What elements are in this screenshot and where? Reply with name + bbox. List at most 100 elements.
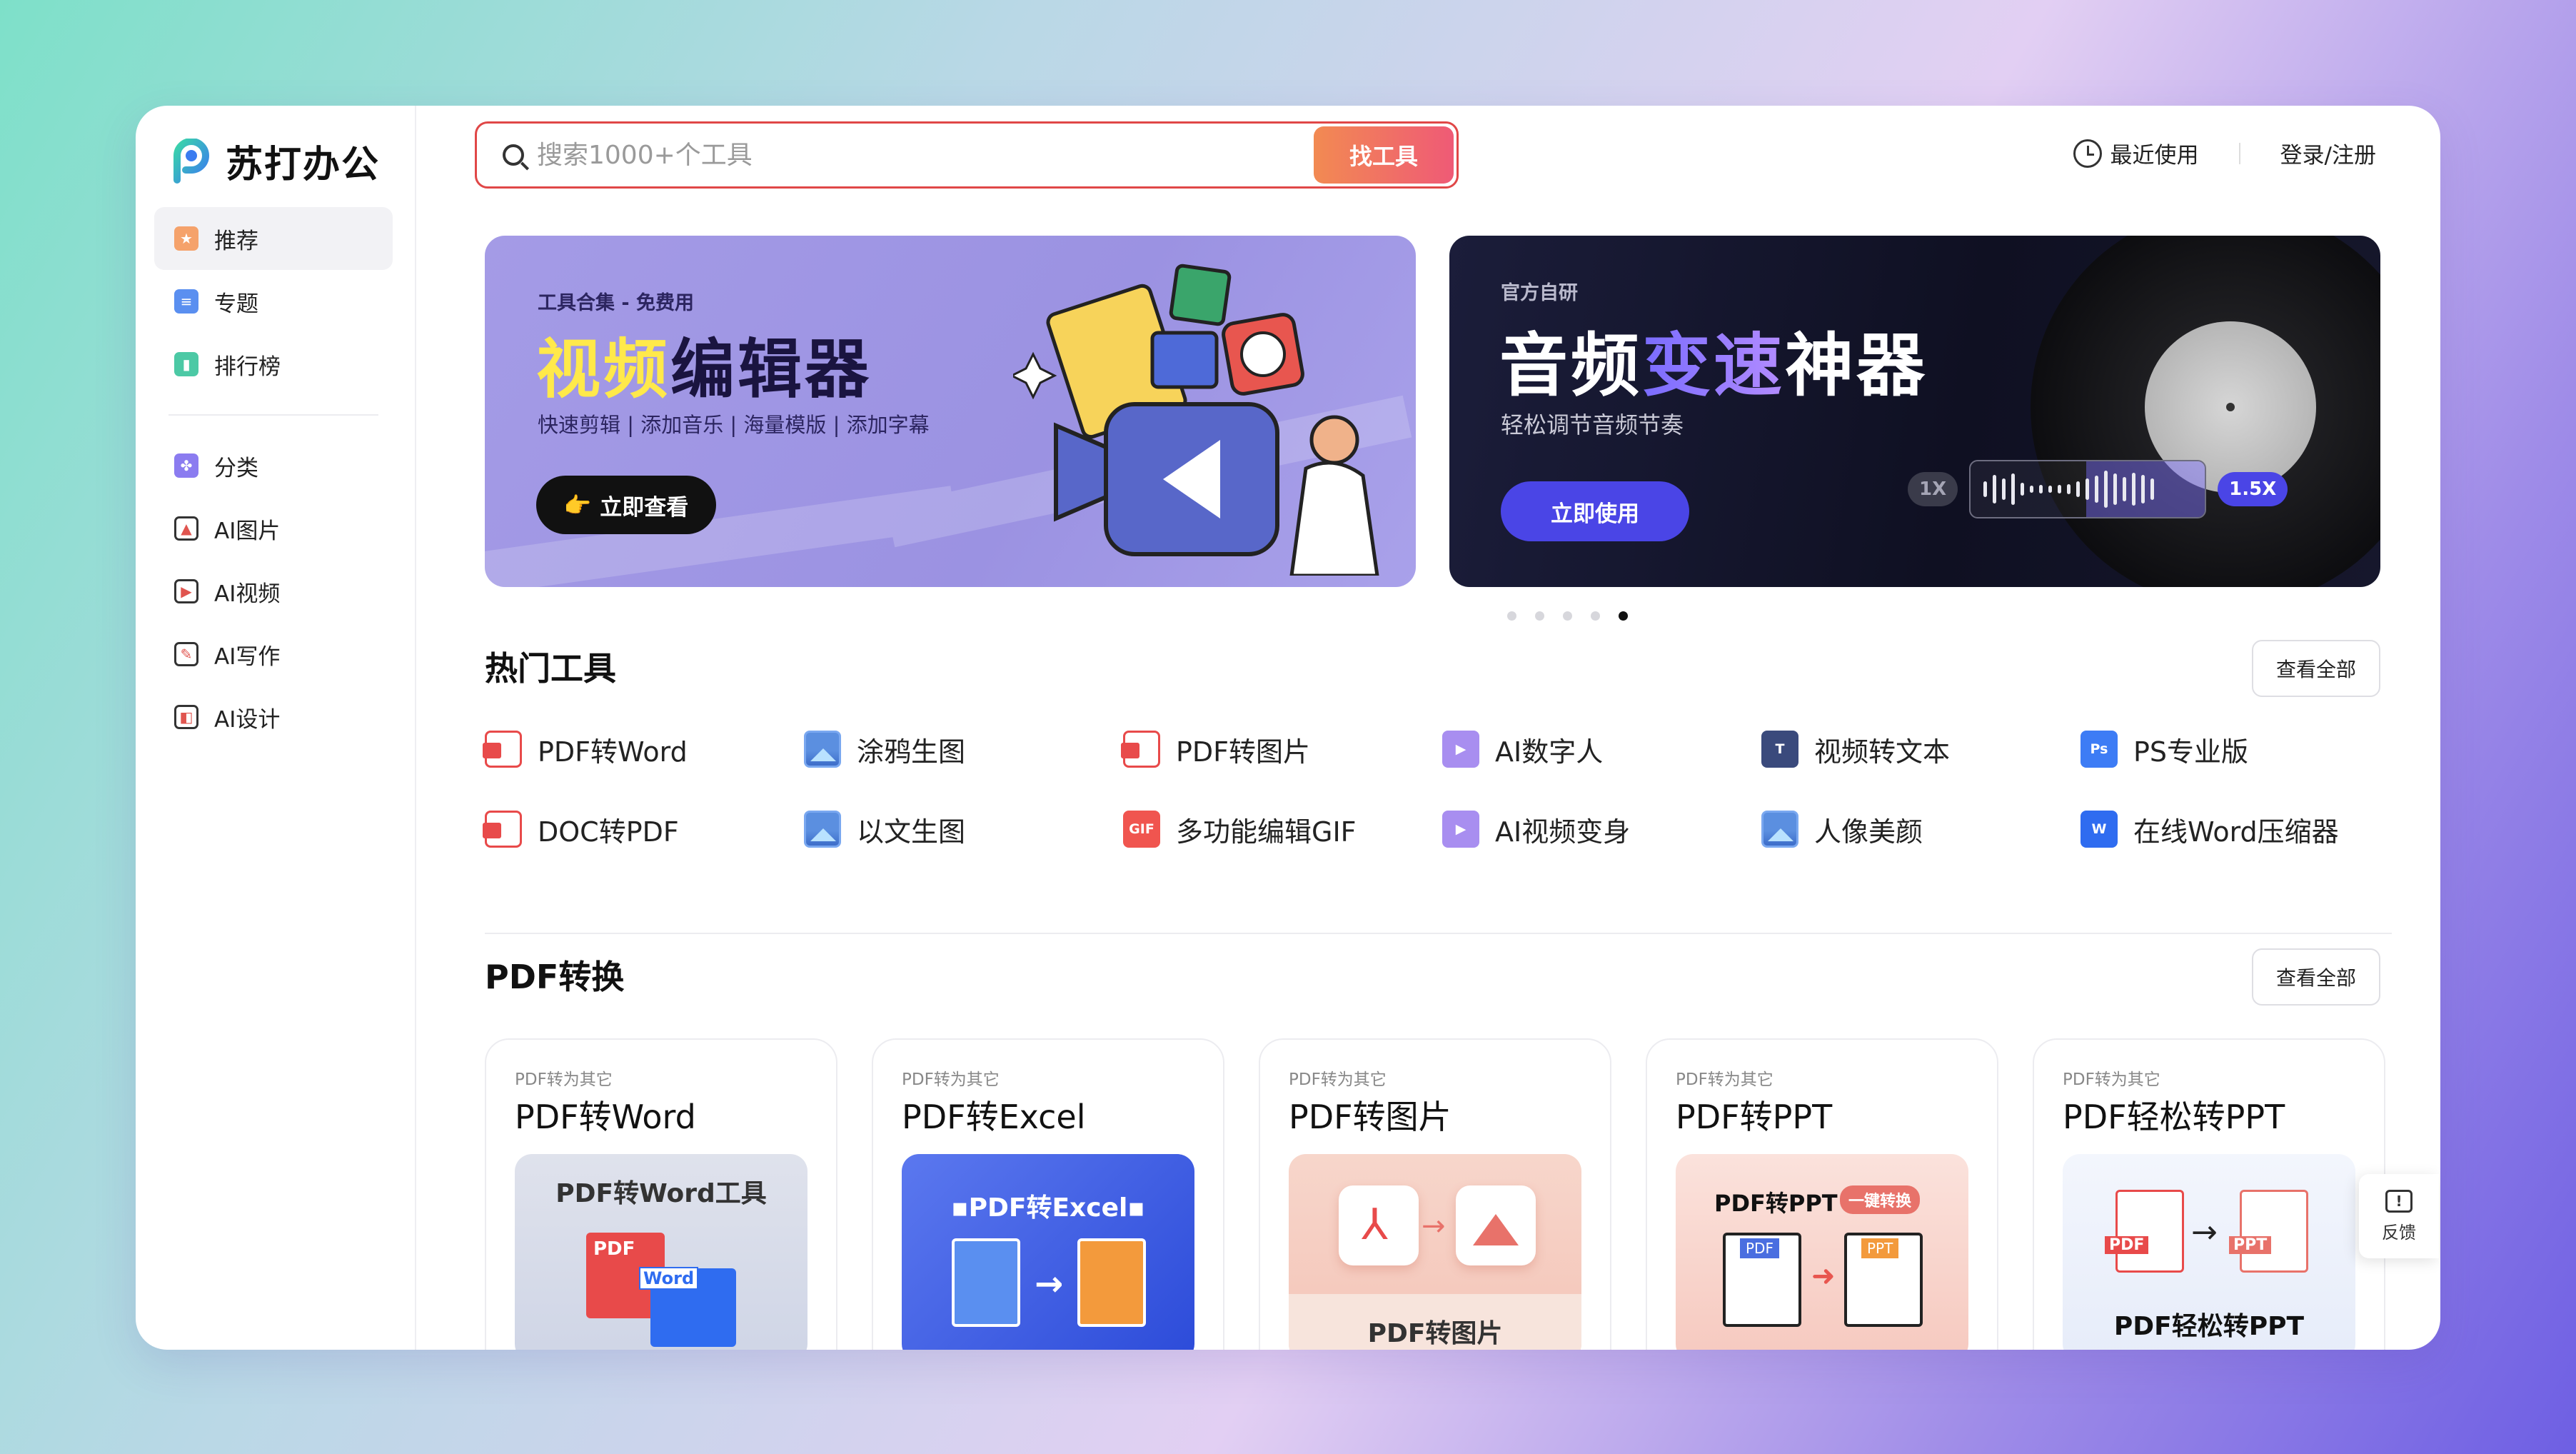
tool-text-to-image[interactable]: 以文生图 [804,808,1123,850]
feedback-button[interactable]: ! 反馈 [2359,1174,2439,1258]
speed-high-badge: 1.5X [2218,472,2288,506]
pdf-app-icon: ⅄ [1339,1185,1419,1265]
tool-portrait-beauty[interactable]: 人像美颜 [1761,808,2081,850]
app-window: 苏打办公 ★ 推荐 ≡ 专题 ▮ 排行榜 ✤ 分类 ▲ AI图片 ▶ AI视频 … [136,106,2440,1350]
header-actions: 最近使用 登录/注册 [2073,137,2376,169]
image-icon [1761,811,1798,848]
sidebar-item-ranking[interactable]: ▮ 排行榜 [154,333,393,396]
tool-label: 以文生图 [857,816,966,848]
banner-title-part-a: 音频 [1499,326,1642,406]
carousel-dot-active[interactable] [1619,611,1628,621]
banner-video-editor[interactable]: 工具合集 - 免费用 视频编辑器 快速剪辑 | 添加音乐 | 海量模版 | 添加… [485,236,1416,587]
sidebar-item-ai-writing[interactable]: ✎ AI写作 [154,623,393,686]
banner-kicker: 官方自研 [1501,282,1578,304]
sidebar-item-topics[interactable]: ≡ 专题 [154,270,393,333]
banner-title-highlight: 变速 [1642,326,1785,406]
sidebar-item-ai-image[interactable]: ▲ AI图片 [154,497,393,560]
banner-audio-speed[interactable]: 官方自研 音频变速神器 轻松调节音频节奏 立即使用 1X 1.5X [1449,236,2380,587]
sidebar-item-ai-design[interactable]: ◧ AI设计 [154,686,393,748]
login-register-link[interactable]: 登录/注册 [2280,137,2376,169]
banner-kicker: 工具合集 - 免费用 [538,292,695,314]
card-category: PDF转为其它 [515,1071,613,1089]
tool-label: PDF转图片 [1176,736,1311,768]
hot-tools-view-all-button[interactable]: 查看全部 [2252,640,2380,697]
card-thumbnail: PDF → PPT PDF轻松转PPT [2063,1154,2355,1350]
sidebar-nav: ★ 推荐 ≡ 专题 ▮ 排行榜 ✤ 分类 ▲ AI图片 ▶ AI视频 ✎ AI写… [154,207,393,748]
arrow-icon: → [2191,1214,2218,1250]
sidebar-item-label: 专题 [214,291,258,317]
banner-title-part-b: 神器 [1785,326,1928,406]
pdf-icon [483,811,522,848]
feedback-label: 反馈 [2382,1222,2416,1243]
recent-used-link[interactable]: 最近使用 [2110,137,2199,169]
card-pdf-to-word[interactable]: PDF转为其它 PDF转Word PDF转Word工具 PDF Word [485,1038,837,1350]
video-icon: ▶ [174,579,198,603]
app-name: 苏打办公 [226,144,381,186]
search-icon [503,144,524,166]
card-title: PDF转图片 [1289,1098,1451,1136]
carousel-dot[interactable] [1563,611,1572,621]
banner-title: 音频变速神器 [1499,310,1928,409]
image-icon [804,731,841,768]
find-tools-button[interactable]: 找工具 [1314,126,1454,184]
tool-label: 视频转文本 [1814,736,1951,768]
ppt-doc-icon: PPT [1844,1233,1923,1327]
hand-pointer-icon: 👉 [563,492,592,518]
card-title: PDF转Word [515,1098,696,1136]
card-category: PDF转为其它 [1676,1071,1773,1089]
tool-doc-to-pdf[interactable]: DOC转PDF [483,808,804,850]
sidebar-item-label: AI设计 [214,706,281,733]
star-icon: ★ [174,226,198,251]
thumb-title: PDF轻松转PPT [2113,1312,2305,1341]
card-pdf-to-image[interactable]: PDF转为其它 PDF转图片 ⅄ → PDF转图片 [1259,1038,1611,1350]
sidebar-item-label: AI视频 [214,581,281,607]
search-bar: 找工具 [475,121,1459,189]
pdf-section-title: PDF转换 [485,958,625,996]
clock-icon [2073,139,2102,168]
thumb-title: ▪PDF转Excel▪ [951,1193,1145,1223]
tool-doodle-to-image[interactable]: 涂鸦生图 [804,728,1123,770]
sidebar-item-label: 推荐 [214,228,258,254]
sidebar-item-category[interactable]: ✤ 分类 [154,434,393,497]
tool-video-to-text[interactable]: T 视频转文本 [1761,728,2081,770]
tool-ai-video-transform[interactable]: ▶ AI视频变身 [1442,808,1761,850]
banner-title-rest: 编辑器 [670,332,872,407]
carousel-dot[interactable] [1591,611,1600,621]
tool-label: PS专业版 [2133,736,2249,768]
sidebar-item-ai-video[interactable]: ▶ AI视频 [154,560,393,623]
pdf-tool-cards: PDF转为其它 PDF转Word PDF转Word工具 PDF Word PDF… [485,1038,2385,1350]
ranking-icon: ▮ [174,352,198,376]
video-editor-illustration [1013,264,1379,576]
card-pdf-easy-to-ppt[interactable]: PDF转为其它 PDF轻松转PPT PDF → PPT PDF轻松转PPT [2033,1038,2385,1350]
logo[interactable]: 苏打办公 [170,134,380,188]
card-pdf-to-ppt[interactable]: PDF转为其它 PDF转PPT PDF转PPT 一键转换 PDF ➜ PPT [1646,1038,1998,1350]
banner-subtitle: 轻松调节音频节奏 [1501,411,1684,438]
main-content: 找工具 最近使用 登录/注册 工具合集 - 免费用 视频编辑器 快速剪辑 | 添… [416,106,2440,1350]
card-pdf-to-excel[interactable]: PDF转为其它 PDF转Excel ▪PDF转Excel▪ → [872,1038,1224,1350]
text-icon: T [1761,731,1798,768]
pdf-view-all-button[interactable]: 查看全部 [2252,948,2380,1006]
tool-gif-editor[interactable]: GIF 多功能编辑GIF [1123,808,1442,850]
speed-low-badge: 1X [1908,472,1958,506]
tool-ai-digital-human[interactable]: ▶ AI数字人 [1442,728,1761,770]
sidebar-item-recommend[interactable]: ★ 推荐 [154,207,393,270]
waveform-icon [1969,460,2207,518]
image-icon [804,811,841,848]
tool-ps-pro[interactable]: Ps PS专业版 [2081,728,2400,770]
carousel-dot[interactable] [1535,611,1544,621]
search-input[interactable] [537,140,1251,170]
speed-control: 1X 1.5X [1908,460,2288,518]
view-now-label: 立即查看 [600,494,689,521]
word-icon: W [2081,811,2118,848]
tool-word-compressor[interactable]: W 在线Word压缩器 [2081,808,2400,850]
carousel-dot[interactable] [1507,611,1516,621]
excel-doc-icon [1077,1238,1146,1327]
thumb-title: PDF转图片 [1367,1319,1503,1348]
arrow-icon: → [1035,1264,1064,1304]
tool-pdf-to-word[interactable]: PDF转Word [483,728,804,770]
use-now-button[interactable]: 立即使用 [1501,481,1689,541]
ppt-doc-icon: PPT [2229,1190,2308,1273]
tool-pdf-to-image[interactable]: PDF转图片 [1121,728,1442,770]
ai-video-icon: ▶ [1442,811,1479,848]
view-now-button[interactable]: 👉 立即查看 [536,476,716,534]
